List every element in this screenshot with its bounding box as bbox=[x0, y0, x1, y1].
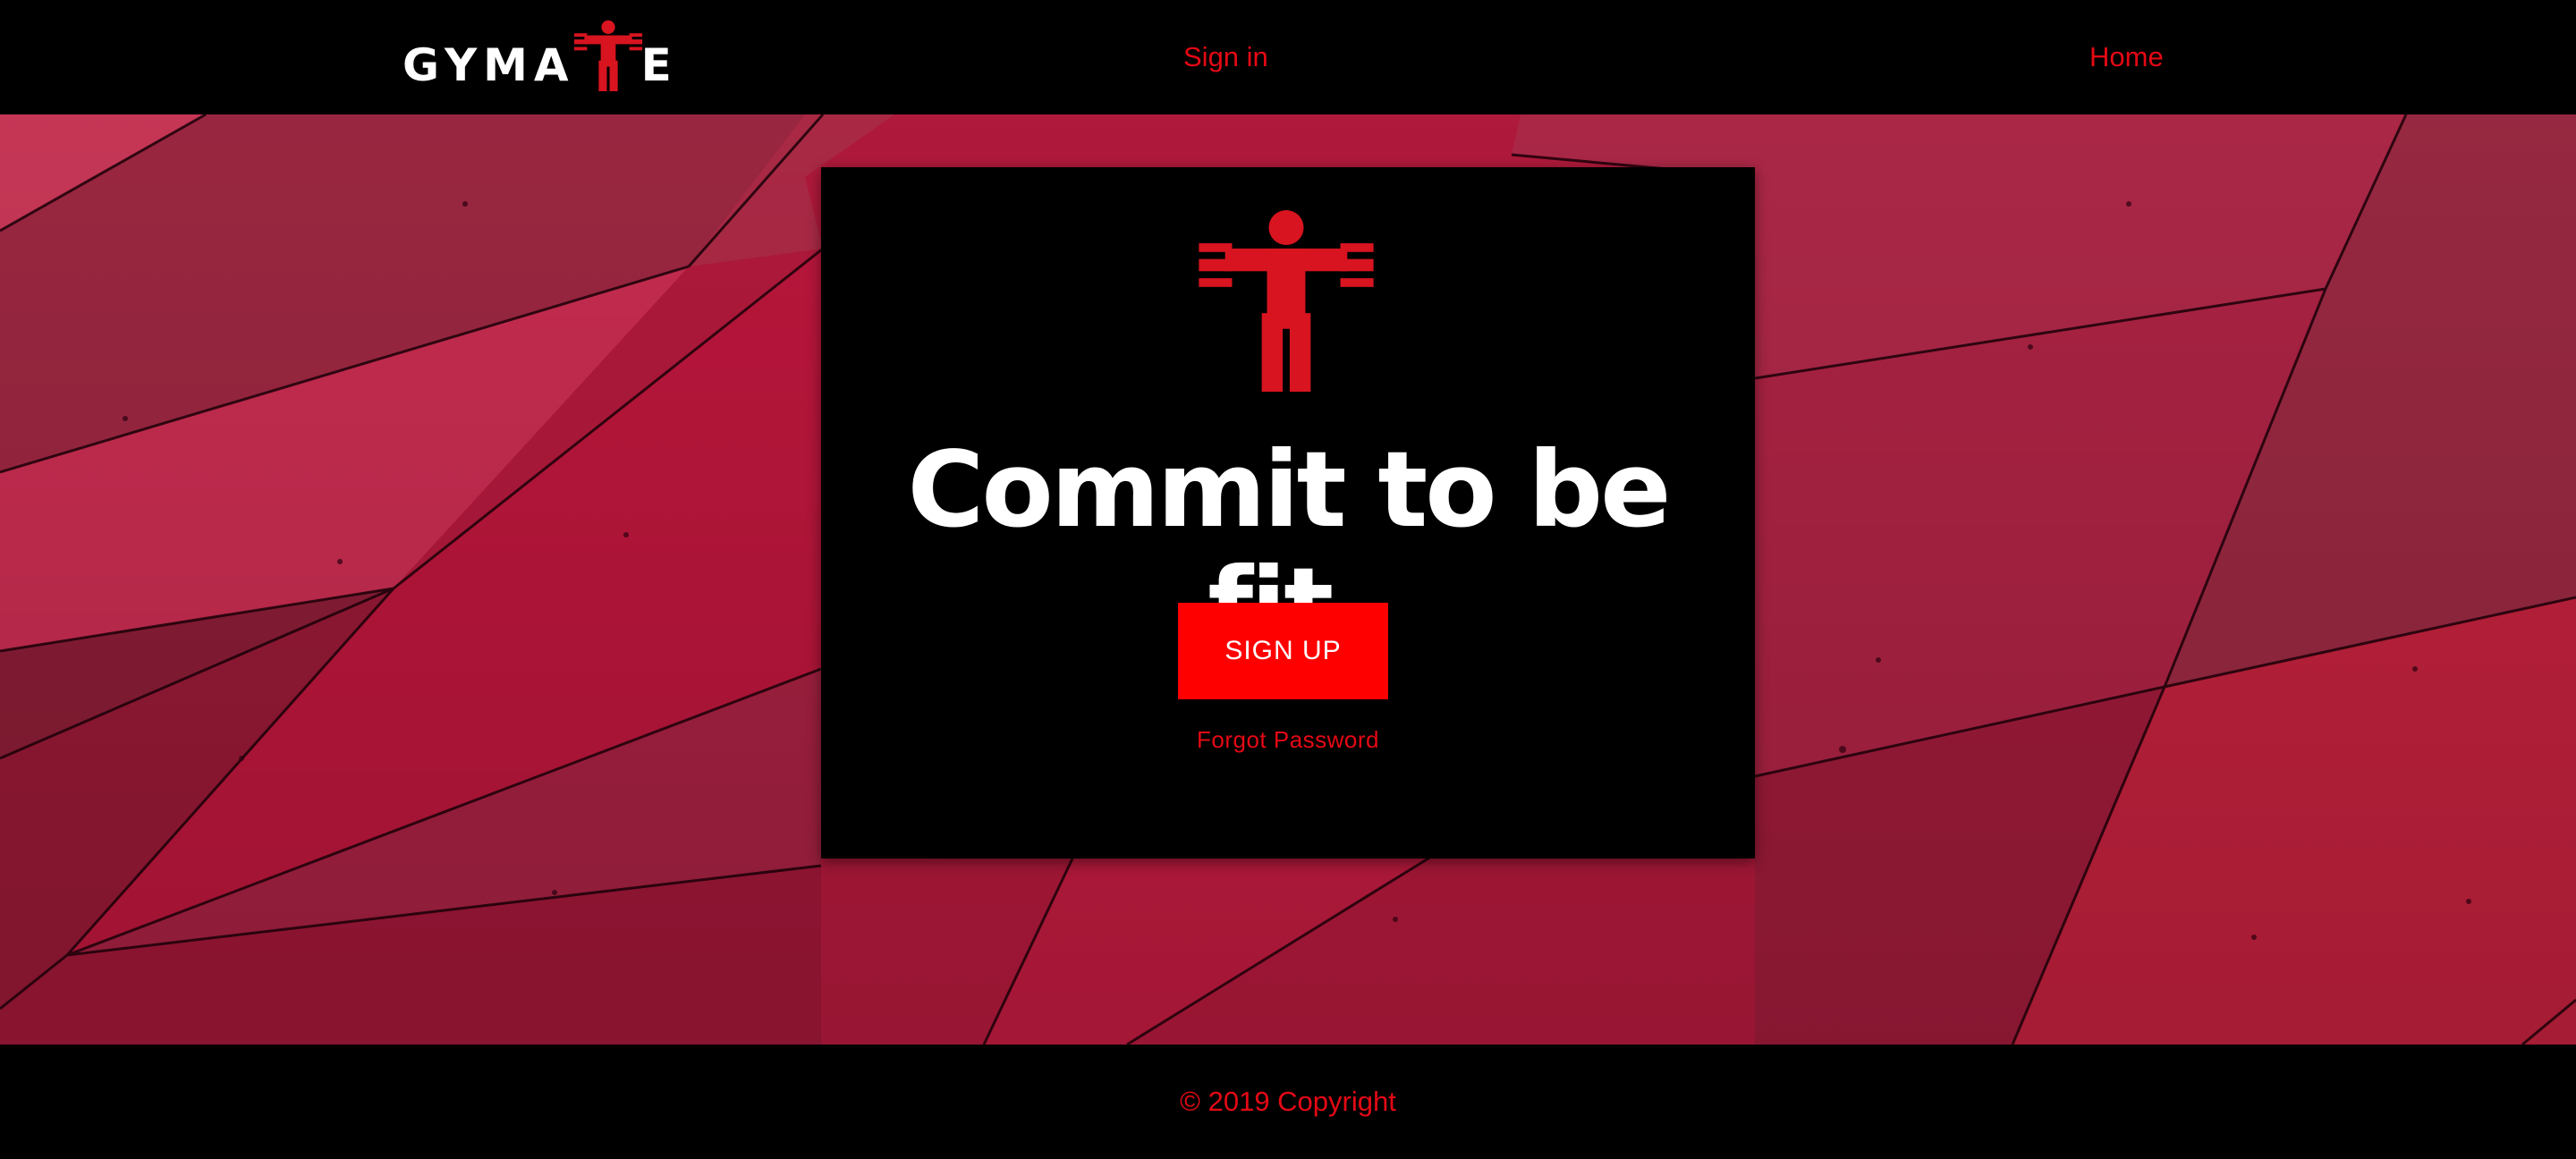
gymate-logo[interactable]: GYMA E bbox=[402, 16, 672, 91]
logo-text-right: E bbox=[640, 39, 678, 91]
signup-button[interactable]: SIGN UP bbox=[1178, 603, 1388, 699]
nav-home-link[interactable]: Home bbox=[2089, 39, 2164, 75]
signup-card: Commit to be fit. SIGN UP Forgot Passwor… bbox=[821, 167, 1755, 859]
gym-figure-dumbbell-icon bbox=[1197, 208, 1376, 392]
logo-figure-icon bbox=[573, 20, 643, 91]
footer: © 2019 Copyright bbox=[0, 1045, 2576, 1159]
top-navbar: GYMA E Sign in Home bbox=[0, 0, 2576, 114]
nav-signin-link[interactable]: Sign in bbox=[1183, 39, 1268, 75]
page: GYMA E Sign in Home Commit to be SIGN UP… bbox=[0, 0, 2576, 1159]
logo-text-left: GYMA bbox=[402, 39, 575, 91]
forgot-password-link[interactable]: Forgot Password bbox=[821, 724, 1755, 755]
logo-wordmark: GYMA E bbox=[402, 20, 678, 91]
copyright-text: © 2019 Copyright bbox=[1180, 1086, 1396, 1117]
